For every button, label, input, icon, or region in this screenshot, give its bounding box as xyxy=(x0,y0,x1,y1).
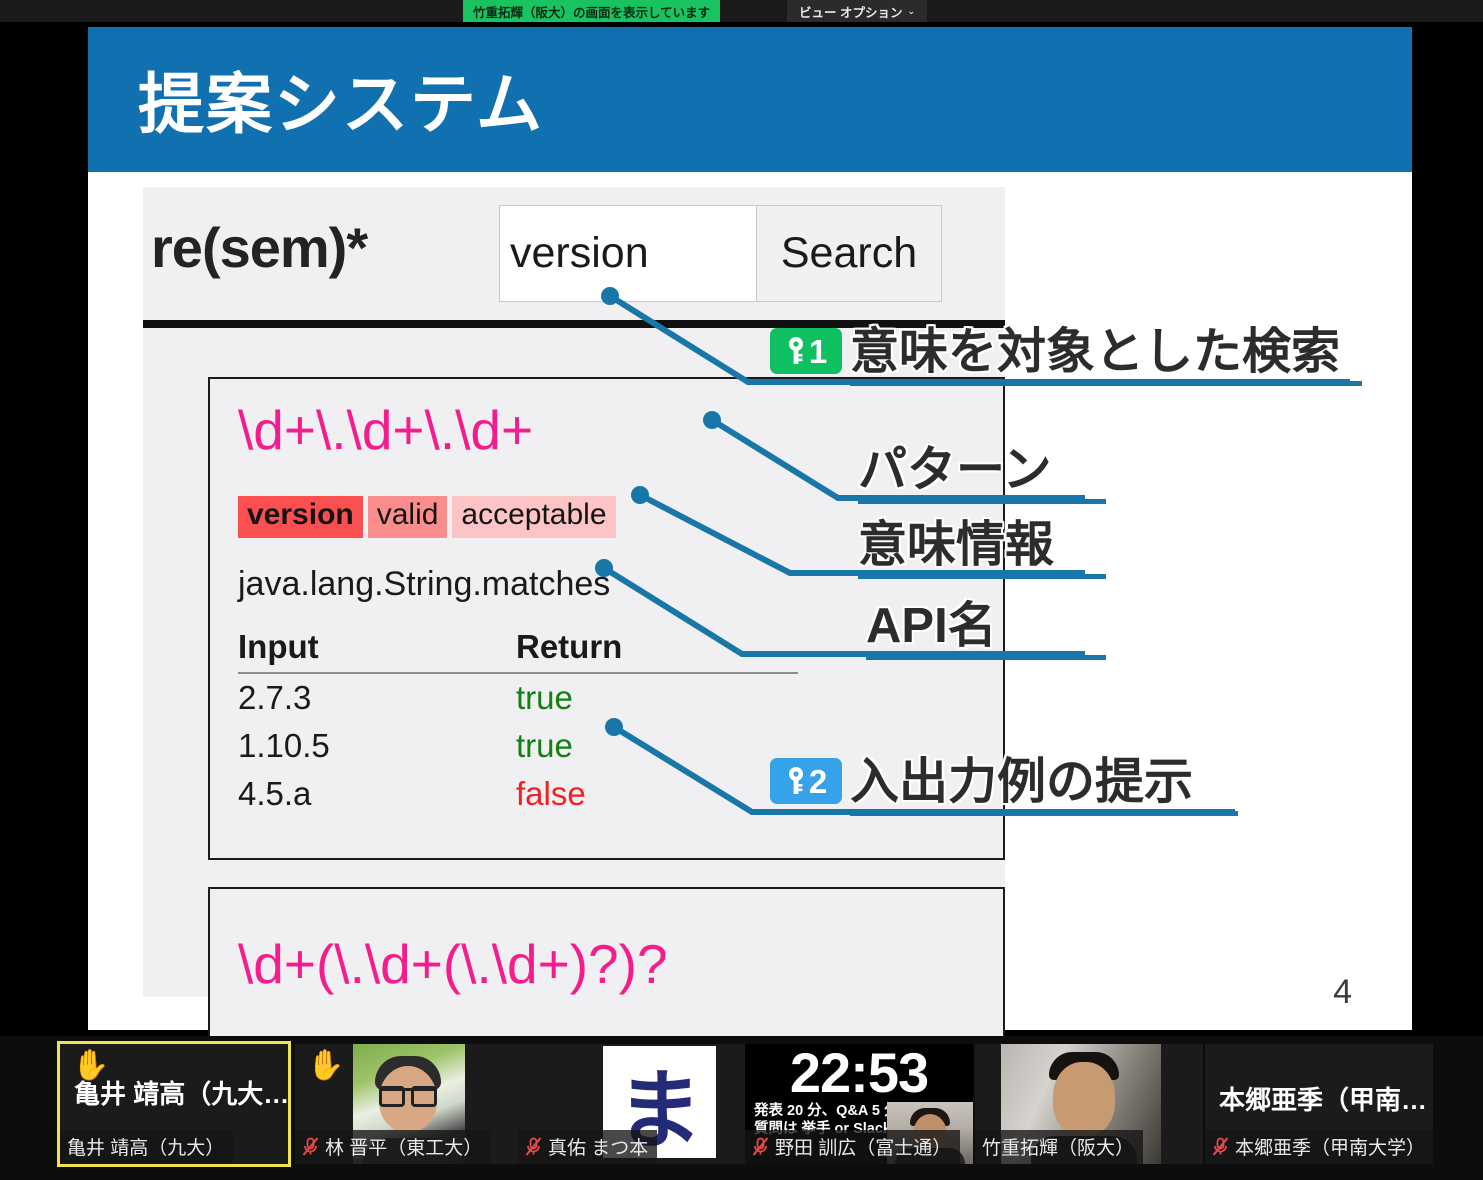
participant-tile[interactable]: ✋ 亀井 靖高（九大… 亀井 靖高（九大） xyxy=(57,1041,291,1167)
muted-mic-icon xyxy=(525,1137,542,1156)
participant-name-bar: 本郷亜季（甲南大学） xyxy=(1205,1130,1433,1164)
participant-name-bar: 亀井 靖高（九大） xyxy=(60,1130,234,1164)
participant-name-label: 本郷亜季（甲南大学） xyxy=(1235,1138,1426,1159)
participant-name-label: 亀井 靖高（九大） xyxy=(67,1138,225,1159)
table-header-row: Input Return xyxy=(238,622,798,674)
semantic-tag: acceptable xyxy=(452,496,616,538)
participant-name-label: 林 晋平（東工大） xyxy=(325,1138,483,1159)
view-options-button[interactable]: ビュー オプション ⌄ xyxy=(787,0,928,22)
column-header-return: Return xyxy=(516,628,623,665)
cell-input: 4.5.a xyxy=(238,775,312,812)
search-input[interactable]: version xyxy=(500,206,756,301)
participant-display-name: 本郷亜季（甲南… xyxy=(1219,1085,1428,1115)
annotation-underline xyxy=(866,655,1106,661)
slide-page-number: 4 xyxy=(1333,973,1352,1011)
muted-mic-icon xyxy=(752,1137,769,1156)
participant-name-bar: 真佑 まつ本 xyxy=(518,1130,658,1164)
key-badge-2: 2 xyxy=(770,758,842,805)
mock-app-panel: re(sem)* version Search \d+\.\d+\.\d+ ve… xyxy=(143,187,1005,1067)
participant-name-label: 真佑 まつ本 xyxy=(548,1138,649,1159)
chevron-down-icon: ⌄ xyxy=(907,5,916,16)
second-result-pattern: \d+(\.\d+(\.\d+)?)? xyxy=(238,933,668,995)
key-badge-number: 2 xyxy=(808,762,828,800)
participant-tile[interactable]: ✋ 林 晋平（東工大） xyxy=(295,1044,523,1164)
key-icon xyxy=(788,767,803,795)
app-brand-logo: re(sem)* xyxy=(151,216,368,279)
result-pattern: \d+\.\d+\.\d+ xyxy=(238,399,534,461)
column-header-input: Input xyxy=(238,628,319,665)
participant-tile[interactable]: ま 真佑 まつ本 xyxy=(518,1044,746,1164)
cell-input: 1.10.5 xyxy=(238,727,330,764)
participant-name-label: 野田 訓広（富士通） xyxy=(775,1138,952,1159)
annotation-underline xyxy=(858,574,1106,580)
slide-title: 提案システム xyxy=(138,67,545,141)
table-row: 1.10.5 true xyxy=(238,722,798,770)
table-row: 2.7.3 true xyxy=(238,674,798,722)
annotation-label: パターン xyxy=(858,443,1052,497)
participant-name-bar: 林 晋平（東工大） xyxy=(295,1130,492,1164)
table-row: 4.5.a false xyxy=(238,770,798,818)
annotation-label: 意味を対象とした検索 xyxy=(850,325,1341,379)
annotation-api-name: API名 xyxy=(866,599,1106,661)
participant-tile[interactable]: 竹重拓輝（阪大） xyxy=(975,1044,1203,1164)
participant-tile[interactable]: 22:53 発表 20 分、Q&A 5 分 質問は 挙手 or Slack で … xyxy=(745,1044,973,1164)
zoom-share-bar: 竹重拓輝（阪大）の画面を表示しています ビュー オプション ⌄ xyxy=(0,0,1483,22)
participant-display-name: 亀井 靖高（九大… xyxy=(74,1079,288,1109)
key-icon xyxy=(788,337,803,365)
annotation-underline xyxy=(850,811,1238,817)
cell-input: 2.7.3 xyxy=(238,679,312,716)
semantic-tag-list: version valid acceptable xyxy=(238,496,616,538)
annotation-pattern: パターン xyxy=(858,443,1106,505)
annotation-label: 意味情報 xyxy=(858,518,1055,572)
timer-value: 22:53 xyxy=(789,1044,929,1104)
raised-hand-icon: ✋ xyxy=(307,1049,345,1082)
annotation-label: API名 xyxy=(866,599,997,653)
cell-return: true xyxy=(516,679,573,716)
slide-title-band: 提案システム xyxy=(88,27,1412,172)
annotation-underline xyxy=(858,499,1106,505)
key-badge-1: 1 xyxy=(770,328,842,375)
annotation-key-2: 2 入出力例の提示 xyxy=(770,755,1238,817)
participant-name-label: 竹重拓輝（阪大） xyxy=(982,1138,1135,1159)
participant-strip: ✋ 亀井 靖高（九大… 亀井 靖高（九大） ✋ 林 晋平（東工大） ま 真佑 ま… xyxy=(0,1036,1483,1180)
participant-tile[interactable]: 本郷亜季（甲南… 本郷亜季（甲南大学） xyxy=(1205,1044,1433,1164)
annotation-semantic-info: 意味情報 xyxy=(858,518,1106,580)
annotation-underline xyxy=(850,381,1362,387)
io-example-table: Input Return 2.7.3 true 1.10.5 true 4.5.… xyxy=(238,622,798,818)
annotation-key-1: 1 意味を対象とした検索 xyxy=(770,325,1362,387)
search-button[interactable]: Search xyxy=(756,206,941,301)
presentation-slide: 提案システム 4 re(sem)* version Search \d+\.\d… xyxy=(88,27,1412,1067)
screen: 竹重拓輝（阪大）の画面を表示しています ビュー オプション ⌄ 提案システム 4… xyxy=(0,0,1483,1180)
semantic-tag: version xyxy=(238,496,363,538)
screen-share-notice: 竹重拓輝（阪大）の画面を表示しています xyxy=(463,0,721,22)
muted-mic-icon xyxy=(1212,1137,1229,1156)
muted-mic-icon xyxy=(302,1137,319,1156)
api-name: java.lang.String.matches xyxy=(238,565,611,603)
key-badge-number: 1 xyxy=(808,332,828,370)
view-options-label: ビュー オプション xyxy=(799,5,903,20)
participant-name-bar: 竹重拓輝（阪大） xyxy=(975,1130,1144,1164)
search-bar: version Search xyxy=(499,205,942,302)
semantic-tag: valid xyxy=(367,496,448,538)
participant-name-bar: 野田 訓広（富士通） xyxy=(745,1130,961,1164)
cell-return: true xyxy=(516,727,573,764)
cell-return: false xyxy=(516,775,586,812)
annotation-label: 入出力例の提示 xyxy=(850,755,1194,809)
